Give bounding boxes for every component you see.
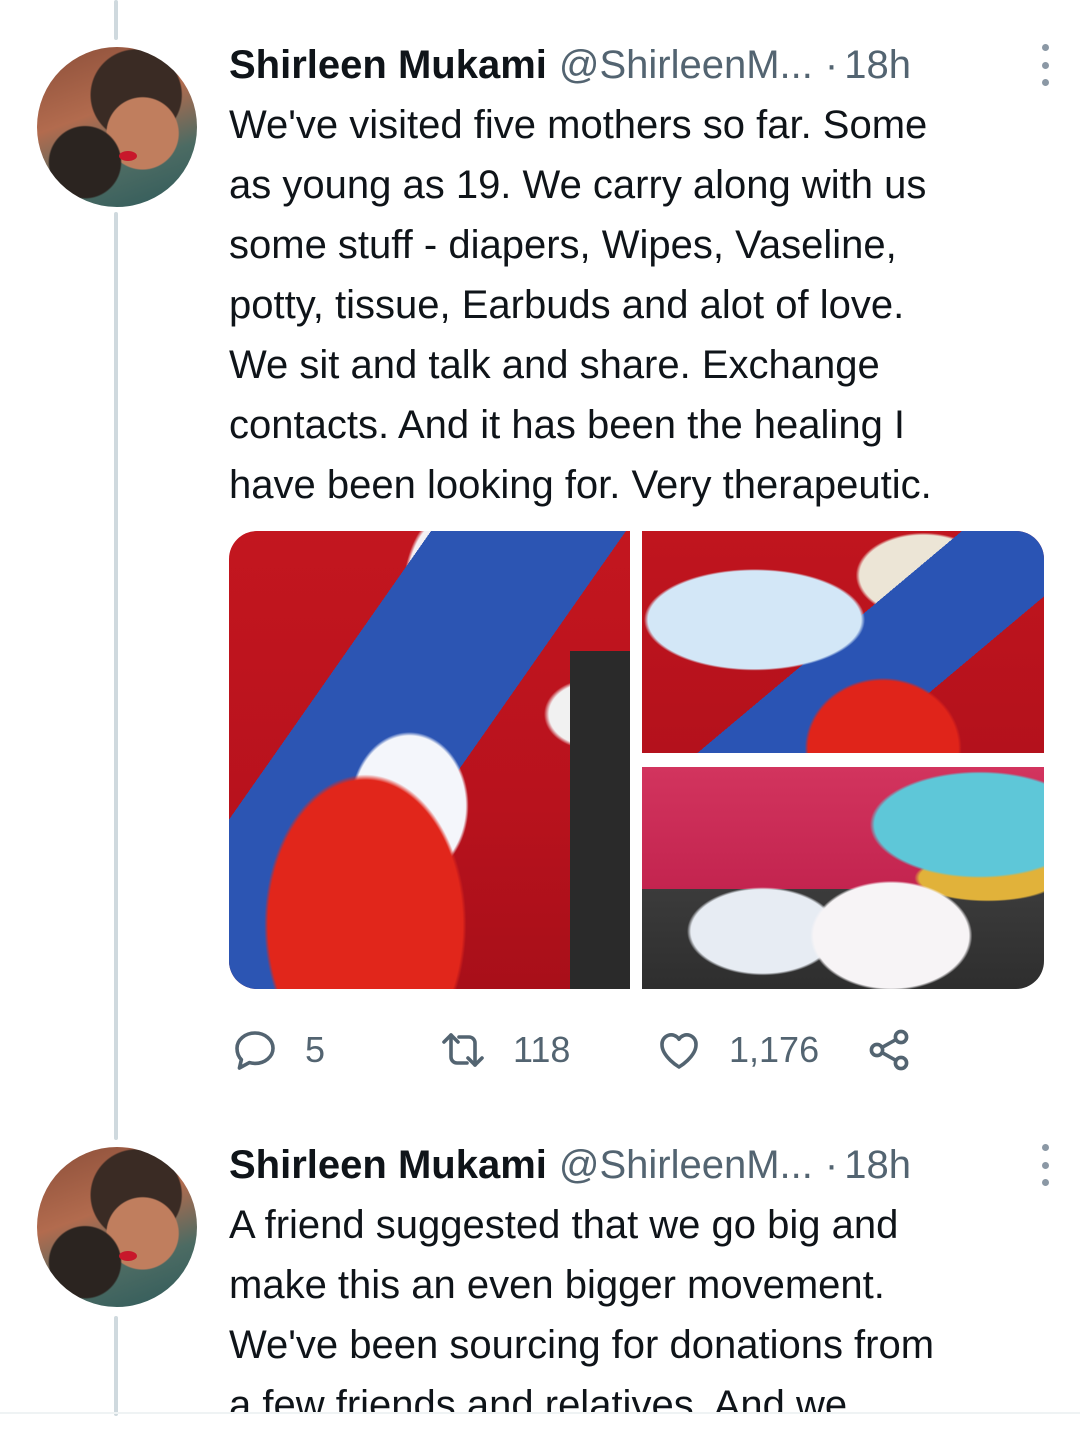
tweet-timestamp[interactable]: 18h (844, 43, 911, 88)
thread-line-middle (114, 212, 118, 1140)
header-separator: · (824, 42, 839, 87)
header-separator: · (824, 1142, 839, 1187)
tweet-photo[interactable] (642, 767, 1044, 989)
thread-line-bottom (114, 1316, 118, 1416)
reply-button[interactable]: 5 (231, 1022, 325, 1078)
tweet-text: We've visited five mothers so far. Some … (229, 103, 932, 507)
like-count: 1,176 (729, 1029, 820, 1070)
reply-icon (235, 1031, 275, 1070)
author-name[interactable]: Shirleen Mukami (229, 1143, 547, 1188)
thread-line-top (114, 0, 118, 40)
author-handle[interactable]: @ShirleenM... (559, 43, 813, 88)
reply-count: 5 (305, 1029, 326, 1070)
author-name[interactable]: Shirleen Mukami (229, 43, 547, 88)
divider (0, 1412, 1080, 1414)
like-button[interactable]: 1,176 (655, 1022, 819, 1078)
tweet-header: Shirleen Mukami @ShirleenM... · 18h (229, 40, 1052, 90)
retweet-button[interactable]: 118 (439, 1022, 570, 1078)
tweet-media-grid (229, 531, 1044, 989)
tweet-text: A friend suggested that we go big and ma… (229, 1203, 935, 1413)
tweet-actions: 5 118 1,176 (229, 1022, 929, 1078)
tweet-photo[interactable] (229, 531, 630, 989)
share-button[interactable] (865, 1022, 913, 1078)
more-options-icon[interactable] (1038, 1144, 1052, 1186)
tweet-timestamp[interactable]: 18h (844, 1143, 911, 1188)
tweet-photo[interactable] (642, 531, 1044, 753)
share-icon (869, 1029, 909, 1071)
retweet-count: 118 (513, 1029, 571, 1070)
more-options-icon[interactable] (1038, 44, 1052, 86)
avatar[interactable] (37, 47, 197, 207)
author-handle[interactable]: @ShirleenM... (559, 1143, 813, 1188)
like-icon (660, 1033, 698, 1069)
retweet-icon (442, 1033, 484, 1067)
tweet-header: Shirleen Mukami @ShirleenM... · 18h (229, 1140, 1052, 1190)
avatar[interactable] (37, 1147, 197, 1307)
